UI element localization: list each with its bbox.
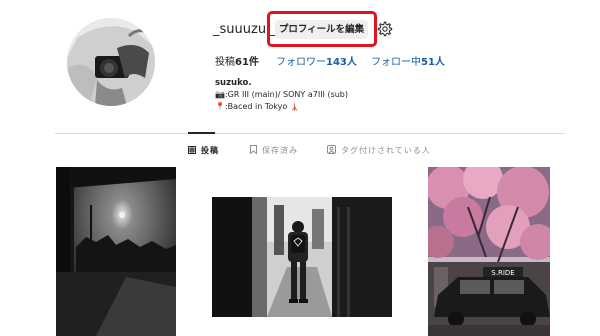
post-thumbnail-3[interactable]: S.RIDE [428,167,550,336]
post-image-cherry-taxi: S.RIDE [428,167,550,336]
tab-tagged[interactable]: タグ付けされている人 [327,145,431,156]
stat-posts-label: 投稿 [215,57,235,68]
taxi-sign-text: S.RIDE [491,269,514,277]
tab-posts[interactable]: 投稿 [188,145,219,156]
bookmark-icon [250,145,257,156]
tab-saved-label: 保存済み [262,146,298,155]
post-thumbnail-1[interactable] [56,167,176,336]
gear-icon[interactable] [377,21,393,37]
stat-following-label: フォロー中 [371,57,421,68]
active-tab-indicator [188,132,215,134]
grid-icon [188,145,196,156]
stat-followers-label: フォロワー [276,57,326,68]
post-thumbnail-2[interactable] [212,197,392,317]
tab-tagged-label: タグ付けされている人 [341,146,431,155]
edit-profile-button[interactable]: プロフィールを編集 [275,20,368,39]
tabs-divider [55,133,565,134]
stat-followers-count: 143人 [326,57,357,68]
profile-bio: suzuko. 📷:GR III (main)/ SONY a7III (sub… [215,77,348,113]
profile-avatar[interactable] [67,18,155,106]
profile-display-name: suzuko. [215,78,252,88]
tab-posts-label: 投稿 [201,146,219,155]
post-image-city-silhouette [56,167,176,336]
stat-posts: 投稿61件 [215,53,259,68]
stat-posts-count: 61件 [235,57,259,68]
tab-saved[interactable]: 保存済み [250,145,298,156]
highlight-box: プロフィールを編集 [267,11,377,47]
bio-line-camera: 📷:GR III (main)/ SONY a7III (sub) [215,90,349,99]
stat-following[interactable]: フォロー中51人 [371,53,445,68]
stat-following-count: 51人 [421,57,445,68]
post-image-alley-person [212,197,392,317]
tag-person-icon [327,145,336,156]
bio-line-location: 📍:Baced in Tokyo 🗼 [215,102,300,111]
stat-followers[interactable]: フォロワー143人 [276,53,357,68]
